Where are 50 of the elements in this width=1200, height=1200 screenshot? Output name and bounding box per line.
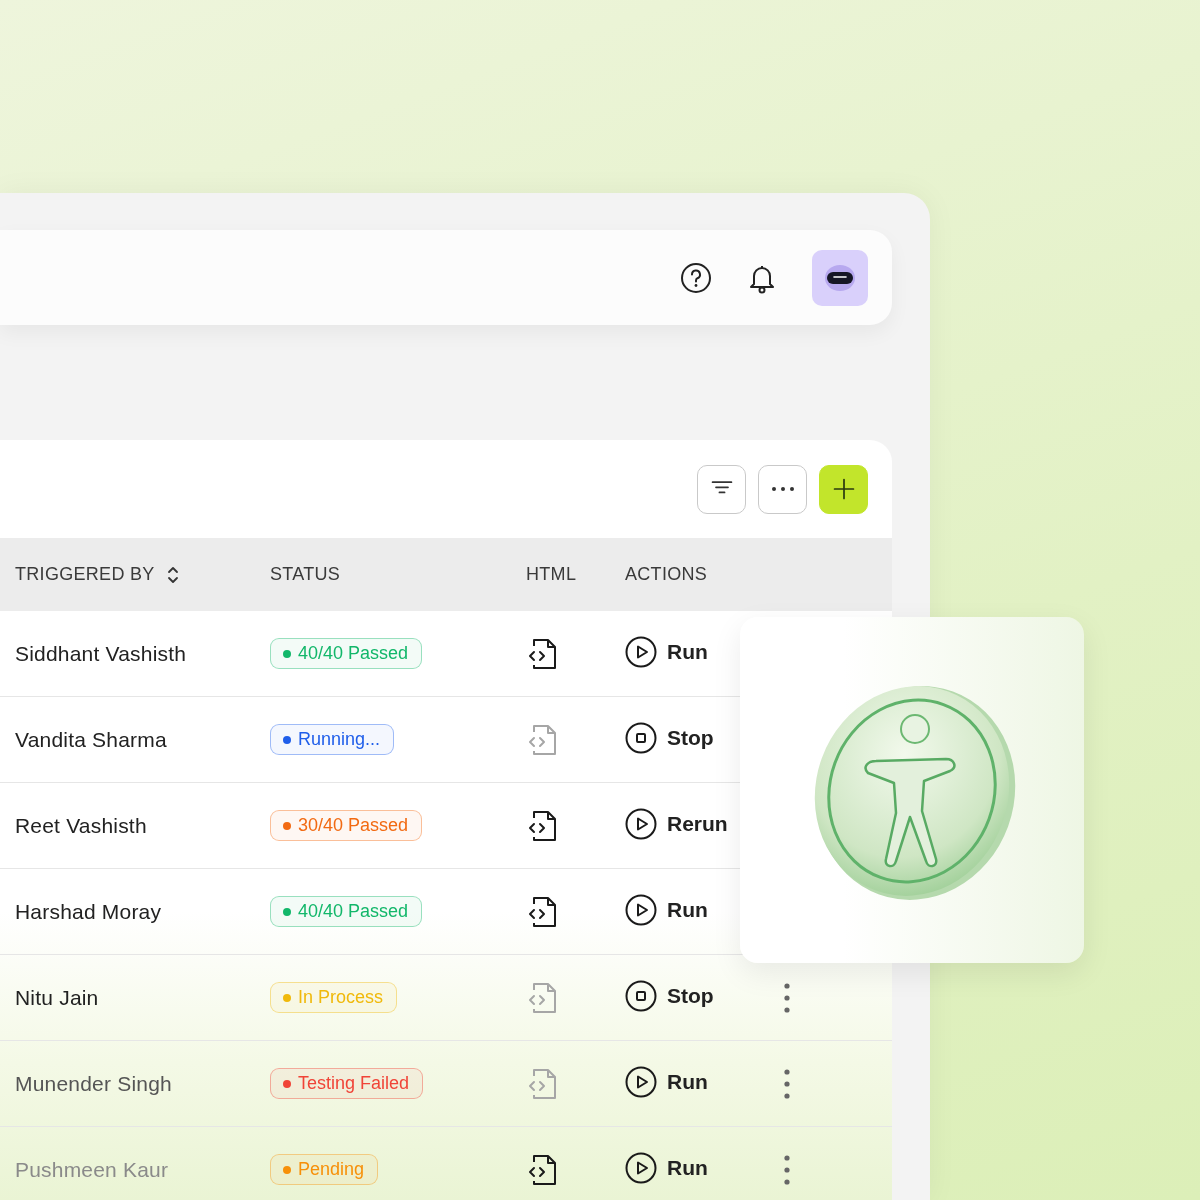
filter-button[interactable] (697, 464, 746, 514)
action-button[interactable]: Run (625, 635, 708, 668)
html-file-icon[interactable] (526, 636, 558, 671)
status-badge: 40/40 Passed (270, 896, 423, 927)
status-badge: 40/40 Passed (270, 638, 423, 669)
table-cell-text: Reet Vashisth (14, 813, 148, 838)
action-button[interactable]: Stop (625, 721, 714, 754)
html-file-icon[interactable] (526, 1152, 558, 1187)
table-cell-text: Pushmeen Kaur (14, 1157, 170, 1182)
action-button[interactable]: Run (625, 893, 708, 926)
table-cell-text: Siddhant Vashisth (14, 641, 188, 666)
play-icon (625, 1065, 657, 1098)
status-badge: Pending (270, 1154, 379, 1185)
play-icon (625, 807, 657, 840)
status-badge: In Process (270, 982, 398, 1013)
row-menu-button[interactable] (784, 1153, 790, 1186)
status-badge: 30/40 Passed (270, 810, 423, 841)
more-icon (770, 486, 795, 492)
add-button[interactable] (819, 464, 868, 514)
robot-avatar-icon (823, 262, 857, 293)
kebab-icon (784, 1153, 790, 1186)
table-cell-text: Vandita Sharma (14, 727, 168, 752)
play-icon (625, 1151, 657, 1184)
kebab-icon (784, 1067, 790, 1100)
action-button[interactable]: Rerun (625, 807, 728, 840)
avatar-button[interactable] (812, 249, 868, 306)
row-menu-button[interactable] (784, 1067, 790, 1100)
help-button[interactable] (680, 261, 712, 294)
stop-icon (625, 721, 657, 754)
row-menu-button[interactable] (784, 981, 790, 1014)
html-file-icon[interactable] (526, 808, 558, 843)
column-header: TRIGGERED BY (15, 564, 155, 585)
stop-icon (625, 979, 657, 1012)
table-cell-text: Nitu Jain (14, 985, 100, 1010)
help-icon (680, 261, 712, 294)
table-cell-text: Munender Singh (14, 1071, 173, 1096)
column-header: ACTIONS (625, 564, 708, 585)
status-badge: Running... (270, 724, 395, 755)
action-button[interactable]: Run (625, 1151, 708, 1184)
html-file-icon[interactable] (526, 894, 558, 929)
status-badge: Testing Failed (270, 1068, 424, 1099)
column-header: STATUS (270, 564, 341, 585)
column-header: HTML (526, 564, 577, 585)
action-button[interactable]: Run (625, 1065, 708, 1098)
action-button[interactable]: Stop (625, 979, 714, 1012)
play-icon (625, 635, 657, 668)
play-icon (625, 893, 657, 926)
kebab-icon (784, 981, 790, 1014)
table-cell-text: Harshad Moray (14, 899, 163, 924)
sort-icon[interactable] (166, 565, 179, 584)
